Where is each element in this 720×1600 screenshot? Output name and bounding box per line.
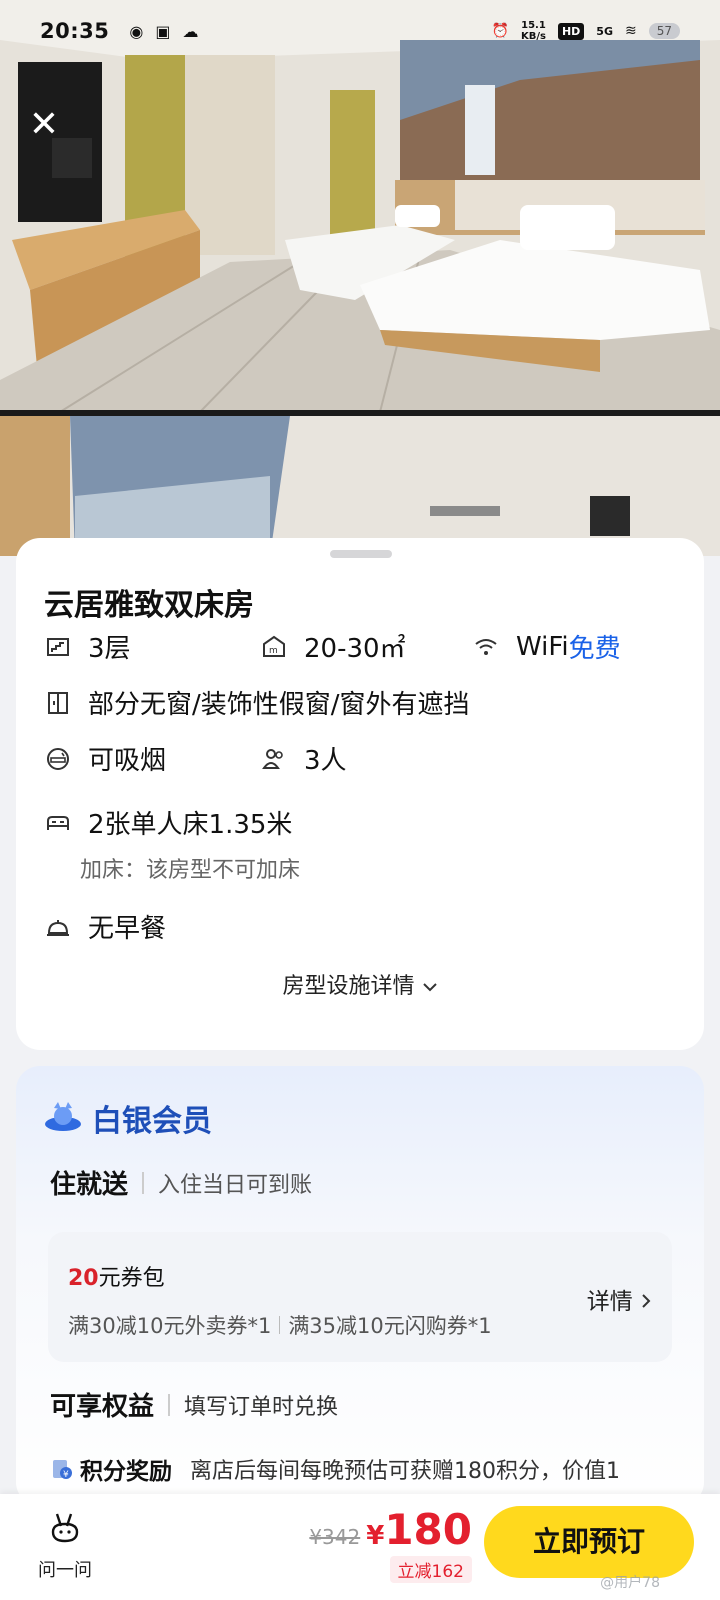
benefits-row: 可享权益 填写订单时兑换 bbox=[50, 1386, 338, 1423]
window-value: 部分无窗/装饰性假窗/窗外有遮挡 bbox=[88, 690, 470, 720]
smoking-icon bbox=[44, 745, 72, 773]
benefits-desc: 填写订单时兑换 bbox=[184, 1394, 339, 1420]
benefits-heading: 可享权益 bbox=[50, 1392, 155, 1422]
extra-bed-note: 加床：该房型不可加床 bbox=[80, 858, 301, 883]
hd-icon: HD bbox=[557, 22, 585, 40]
area-value: 20-30㎡ bbox=[304, 634, 406, 664]
floor-info: 3层 bbox=[44, 628, 131, 665]
room-photo2-illustration bbox=[0, 416, 720, 556]
stairs-icon bbox=[44, 633, 72, 661]
status-right: ⏰ 15.1 KB/s HD 5G ≋ 57 bbox=[492, 20, 680, 42]
member-card: 白银会员 住就送 入住当日可到账 20元券包 满30减10元外卖券*1 满35减… bbox=[16, 1066, 704, 1506]
floor-value: 3层 bbox=[88, 634, 131, 664]
coupon-amount: 20 bbox=[68, 1266, 99, 1291]
alarm-icon: ⏰ bbox=[491, 23, 509, 39]
coupon-item: 满35减10元闪购券*1 bbox=[288, 1314, 492, 1338]
member-title: 白银会员 bbox=[42, 1096, 212, 1140]
coupon-pack-card[interactable]: 20元券包 满30减10元外卖券*1 满35减10元闪购券*1 详情 bbox=[48, 1232, 672, 1362]
cloud-icon: ☁ bbox=[182, 21, 199, 41]
net-speed: 15.1 KB/s bbox=[521, 20, 546, 42]
dining-bell-icon bbox=[44, 913, 72, 941]
room-detail-card: 云居雅致双床房 3层 m 20-30㎡ WiFi 免费 部分无窗/装饰性假窗/窗外… bbox=[16, 538, 704, 1050]
stay-gift-row: 住就送 入住当日可到账 bbox=[50, 1164, 312, 1201]
facilities-details-link[interactable]: 房型设施详情 bbox=[16, 968, 704, 1000]
original-price: ¥342 bbox=[309, 1525, 361, 1549]
discount-badge: 立减162 bbox=[389, 1556, 472, 1583]
coupon-item: 满30减10元外卖券*1 bbox=[68, 1314, 272, 1338]
bottom-action-bar: 问一问 ¥342 ¥ 180 立减162 立即预订 @用户78 bbox=[0, 1494, 720, 1600]
points-reward-row: ¥ 积分奖励 离店后每间每晚预估可获赠180积分，价值1 bbox=[50, 1452, 620, 1486]
weibo-icon: ◉ bbox=[129, 21, 144, 41]
people-icon bbox=[260, 745, 288, 773]
signal-icon: 5G bbox=[596, 24, 613, 38]
taobao-icon: ▣ bbox=[155, 21, 171, 41]
coupon-items: 满30减10元外卖券*1 满35减10元闪购券*1 bbox=[68, 1310, 492, 1340]
smoking-value: 可吸烟 bbox=[88, 746, 167, 776]
guests-info: 3人 bbox=[260, 740, 347, 777]
breakfast-value: 无早餐 bbox=[88, 914, 167, 944]
chat-bunny-icon bbox=[51, 1513, 79, 1543]
points-heading: 积分奖励 bbox=[80, 1459, 172, 1485]
breakfast-info: 无早餐 bbox=[44, 908, 166, 945]
area-info: m 20-30㎡ bbox=[260, 628, 406, 665]
separator bbox=[168, 1393, 171, 1416]
net-speed-value: 15.1 bbox=[521, 20, 546, 31]
svg-text:¥: ¥ bbox=[63, 1470, 69, 1480]
points-desc: 离店后每间每晚预估可获赠180积分，价值1 bbox=[190, 1459, 620, 1484]
points-icon: ¥ bbox=[53, 1460, 72, 1480]
current-price: 180 bbox=[384, 1505, 472, 1554]
room-title: 云居雅致双床房 bbox=[44, 588, 254, 623]
room-photo-secondary[interactable] bbox=[0, 416, 720, 556]
wifi-icon bbox=[472, 633, 500, 661]
price-box: ¥342 ¥ 180 立减162 bbox=[309, 1508, 472, 1583]
notification-icons: ◉ ▣ ☁ bbox=[129, 22, 198, 41]
net-speed-unit: KB/s bbox=[520, 31, 546, 42]
window-icon bbox=[44, 689, 72, 717]
member-title-label: 白银会员 bbox=[92, 1104, 212, 1139]
battery-indicator: 57 bbox=[648, 23, 680, 39]
bed-value: 2张单人床1.35米 bbox=[88, 810, 293, 840]
ask-button[interactable]: 问一问 bbox=[30, 1510, 100, 1582]
close-icon[interactable]: ✕ bbox=[24, 105, 64, 145]
area-icon: m bbox=[260, 633, 288, 661]
price-line: ¥342 ¥ 180 bbox=[309, 1508, 472, 1552]
svg-text:m: m bbox=[269, 646, 278, 656]
coupon-detail-link[interactable]: 详情 bbox=[587, 1282, 652, 1316]
smoking-info: 可吸烟 bbox=[44, 740, 166, 777]
wifi-info: WiFi 免费 bbox=[472, 628, 621, 665]
window-info: 部分无窗/装饰性假窗/窗外有遮挡 bbox=[44, 684, 470, 721]
book-now-button[interactable]: 立即预订 bbox=[484, 1506, 694, 1578]
member-logo-icon bbox=[45, 1102, 81, 1131]
currency-symbol: ¥ bbox=[366, 1521, 385, 1551]
bed-icon bbox=[44, 809, 72, 837]
watermark: @用户78 bbox=[600, 1575, 660, 1591]
status-bar: 20:35 ◉ ▣ ☁ ⏰ 15.1 KB/s HD 5G ≋ 57 bbox=[0, 0, 720, 62]
chevron-right-icon bbox=[640, 1289, 652, 1315]
drag-handle[interactable] bbox=[330, 550, 392, 558]
wifi-label: WiFi bbox=[516, 631, 569, 662]
guests-value: 3人 bbox=[304, 746, 347, 776]
status-time: 20:35 bbox=[40, 19, 110, 43]
wifi-free-label: 免费 bbox=[568, 634, 621, 664]
separator bbox=[279, 1316, 281, 1334]
bed-info: 2张单人床1.35米 bbox=[44, 804, 292, 841]
stay-gift-heading: 住就送 bbox=[50, 1170, 129, 1200]
coupon-pack-title: 20元券包 bbox=[68, 1260, 165, 1292]
chevron-down-icon bbox=[422, 974, 438, 999]
facilities-details-label: 房型设施详情 bbox=[282, 974, 415, 999]
stay-gift-desc: 入住当日可到账 bbox=[158, 1172, 313, 1198]
wifi-status-icon: ≋ bbox=[624, 23, 637, 39]
coupon-amount-suffix: 元券包 bbox=[98, 1266, 165, 1291]
ask-label: 问一问 bbox=[38, 1560, 92, 1581]
separator bbox=[142, 1171, 145, 1194]
coupon-detail-label: 详情 bbox=[586, 1289, 633, 1315]
